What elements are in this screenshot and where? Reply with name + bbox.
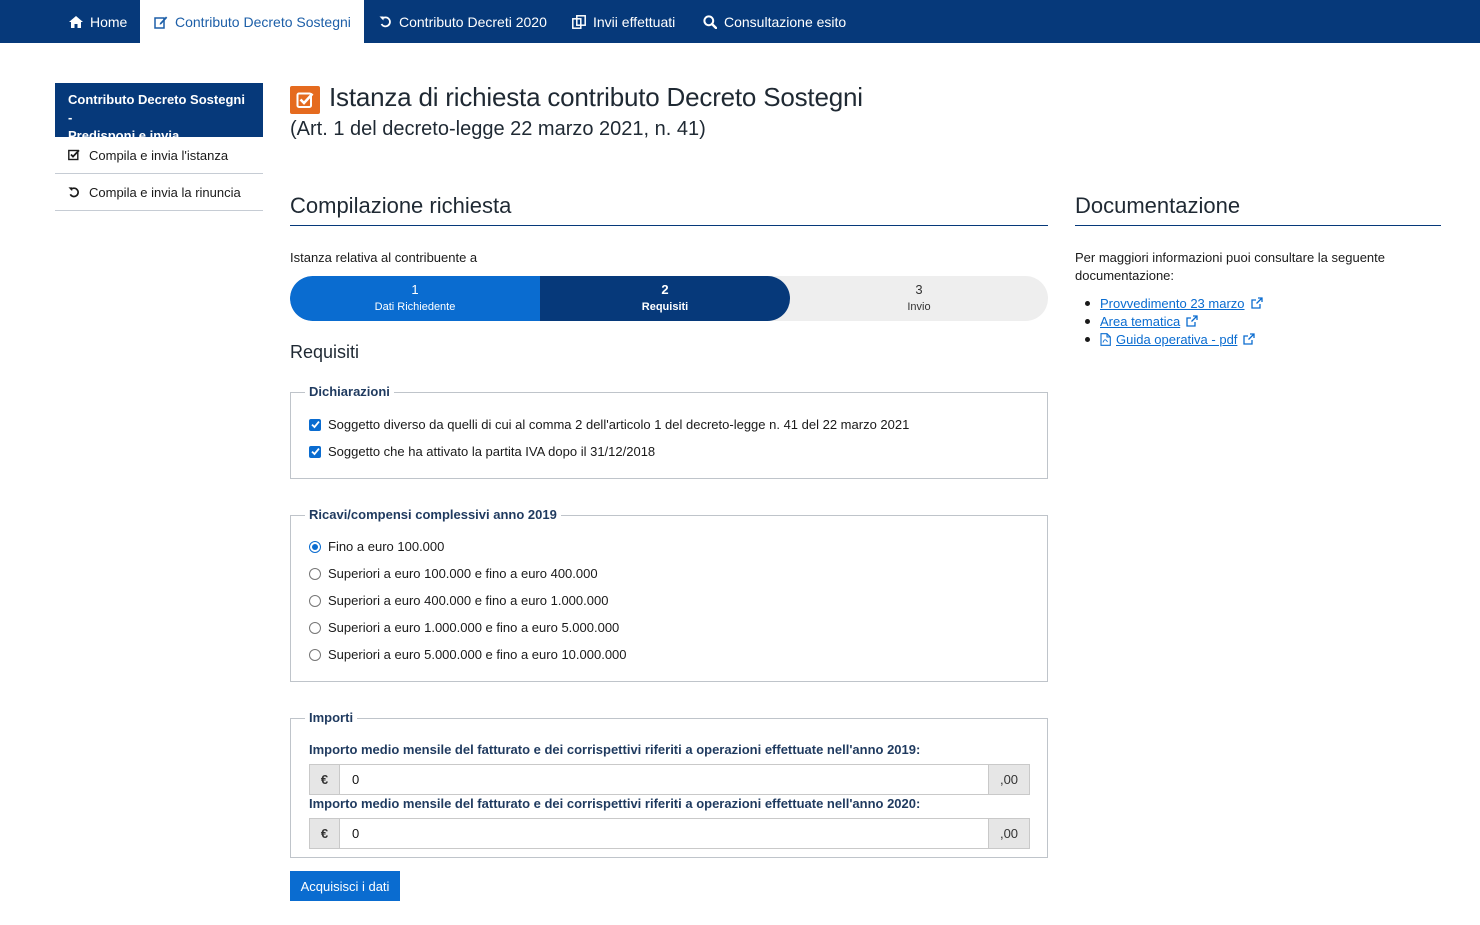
external-link-icon <box>1186 315 1198 327</box>
step-number: 3 <box>915 282 923 297</box>
euro-prefix: € <box>309 764 340 795</box>
radio-unselected[interactable] <box>309 621 321 634</box>
pdf-file-icon <box>1100 332 1111 346</box>
acquisisci-dati-button[interactable]: Acquisisci i dati <box>290 871 400 901</box>
nav-consultazione-esito-label: Consultazione esito <box>724 13 847 30</box>
radio-selected[interactable] <box>309 540 321 553</box>
step-label: Requisiti <box>641 301 689 313</box>
documentazione-links: Provvedimento 23 marzo Area tematica Gui… <box>1085 294 1263 348</box>
step-label: Dati Richiedente <box>374 301 456 313</box>
step-dati-richiedente[interactable]: 1 Dati Richiedente <box>290 276 540 321</box>
dichiarazione-checkbox-row[interactable]: Soggetto diverso da quelli di cui al com… <box>309 417 909 432</box>
step-label: Invio <box>907 301 931 313</box>
search-icon <box>703 14 717 29</box>
dichiarazione-checkbox-row[interactable]: Soggetto che ha attivato la partita IVA … <box>309 444 655 459</box>
progress-stepper: 1 Dati Richiedente 2 Requisiti 3 Invio <box>290 276 1048 321</box>
radio-label: Superiori a euro 400.000 e fino a euro 1… <box>328 593 609 608</box>
nav-invii-effettuati-label: Invii effettuati <box>593 13 676 30</box>
step-number: 1 <box>411 282 419 297</box>
importi-legend: Importi <box>305 710 358 725</box>
form-heading-divider <box>290 225 1048 226</box>
decimal-suffix: ,00 <box>988 818 1030 849</box>
decimal-suffix: ,00 <box>988 764 1030 795</box>
undo-icon <box>68 186 82 198</box>
radio-unselected[interactable] <box>309 648 321 661</box>
form-heading: Compilazione richiesta <box>290 193 512 218</box>
top-navigation: Home Contributo Decreto Sostegni Contrib… <box>0 0 1480 43</box>
copy-icon <box>572 14 586 29</box>
importo-2019-input[interactable]: 0 <box>340 764 988 795</box>
dichiarazioni-fieldset: Dichiarazioni Soggetto diverso da quelli… <box>290 384 1048 479</box>
ricavi-radio-row[interactable]: Superiori a euro 5.000.000 e fino a euro… <box>309 647 627 662</box>
sidebar-item-compila-istanza[interactable]: Compila e invia l'istanza <box>55 137 263 174</box>
documentazione-divider <box>1075 225 1441 226</box>
checkbox-checked[interactable] <box>309 418 321 431</box>
bullet <box>1085 300 1090 306</box>
check-square-icon <box>290 86 320 114</box>
home-icon <box>69 15 83 29</box>
external-link-icon <box>1250 297 1263 309</box>
sidebar-item-compila-rinuncia[interactable]: Compila e invia la rinuncia <box>55 174 263 211</box>
documentazione-intro: Per maggiori informazioni puoi consultar… <box>1075 250 1386 283</box>
nav-invii-effettuati[interactable]: Invii effettuati <box>558 0 689 43</box>
doc-link-area-tematica[interactable]: Area tematica <box>1100 314 1180 329</box>
importo-2019-input-group: € 0 ,00 <box>309 764 1030 795</box>
radio-label: Superiori a euro 100.000 e fino a euro 4… <box>328 566 598 581</box>
bullet <box>1085 318 1090 324</box>
ricavi-legend: Ricavi/compensi complessivi anno 2019 <box>305 507 561 522</box>
sidebar-item-label: Compila e invia la rinuncia <box>89 184 241 200</box>
checkbox-checked[interactable] <box>309 445 321 458</box>
nav-home[interactable]: Home <box>56 0 140 43</box>
step-number: 2 <box>661 282 669 297</box>
doc-link-item: Provvedimento 23 marzo <box>1085 294 1263 312</box>
ricavi-radio-row[interactable]: Superiori a euro 400.000 e fino a euro 1… <box>309 593 608 608</box>
page-title: Istanza di richiesta contributo Decreto … <box>329 82 863 112</box>
nav-contributo-decreto-sostegni[interactable]: Contributo Decreto Sostegni <box>140 0 364 43</box>
step-invio: 3 Invio <box>790 276 1048 321</box>
nav-contributo-decreti-2020-label: Contributo Decreti 2020 <box>399 13 547 30</box>
checkbox-label: Soggetto che ha attivato la partita IVA … <box>328 444 656 459</box>
doc-link-provvedimento[interactable]: Provvedimento 23 marzo <box>1100 296 1245 311</box>
doc-link-item: Area tematica <box>1085 312 1263 330</box>
importo-2019-label: Importo medio mensile del fatturato e de… <box>309 742 921 757</box>
bullet <box>1085 336 1090 342</box>
ricavi-radio-row[interactable]: Fino a euro 100.000 <box>309 539 444 554</box>
nav-consultazione-esito[interactable]: Consultazione esito <box>689 0 861 43</box>
checkbox-label: Soggetto diverso da quelli di cui al com… <box>328 417 910 432</box>
doc-link-item: Guida operativa - pdf <box>1085 330 1263 348</box>
sidebar-item-label: Compila e invia l'istanza <box>89 147 229 163</box>
nav-contributo-decreti-2020[interactable]: Contributo Decreti 2020 <box>364 0 558 43</box>
nav-contributo-decreto-sostegni-label: Contributo Decreto Sostegni <box>175 13 351 30</box>
requisiti-heading: Requisiti <box>290 342 360 362</box>
ricavi-radio-row[interactable]: Superiori a euro 1.000.000 e fino a euro… <box>309 620 619 635</box>
euro-prefix: € <box>309 818 340 849</box>
ricavi-fieldset: Ricavi/compensi complessivi anno 2019 Fi… <box>290 507 1048 682</box>
radio-label: Superiori a euro 1.000.000 e fino a euro… <box>328 620 620 635</box>
page-subtitle: (Art. 1 del decreto-legge 22 marzo 2021,… <box>290 118 706 140</box>
ricavi-radio-row[interactable]: Superiori a euro 100.000 e fino a euro 4… <box>309 566 598 581</box>
radio-label: Fino a euro 100.000 <box>328 539 445 554</box>
step-requisiti[interactable]: 2 Requisiti <box>540 276 790 321</box>
contributor-label: Istanza relativa al contribuente a <box>290 250 478 265</box>
documentazione-heading: Documentazione <box>1075 193 1241 218</box>
nav-home-label: Home <box>90 13 128 30</box>
radio-unselected[interactable] <box>309 594 321 607</box>
sidebar-header-line1: Contributo Decreto Sostegni - <box>68 92 245 125</box>
radio-unselected[interactable] <box>309 567 321 580</box>
doc-link-guida-operativa[interactable]: Guida operativa - pdf <box>1116 332 1237 347</box>
importi-fieldset: Importi Importo medio mensile del fattur… <box>290 710 1048 858</box>
edit-icon <box>154 15 168 29</box>
external-link-icon <box>1243 333 1256 345</box>
importo-2020-label: Importo medio mensile del fatturato e de… <box>309 796 921 811</box>
importo-2020-input-group: € 0 ,00 <box>309 818 1030 849</box>
undo-icon <box>378 15 392 29</box>
radio-label: Superiori a euro 5.000.000 e fino a euro… <box>328 647 627 662</box>
importo-2020-input[interactable]: 0 <box>340 818 988 849</box>
dichiarazioni-legend: Dichiarazioni <box>305 384 394 399</box>
check-square-icon <box>68 149 82 161</box>
sidebar-header[interactable]: Contributo Decreto Sostegni - Predisponi… <box>55 83 263 143</box>
